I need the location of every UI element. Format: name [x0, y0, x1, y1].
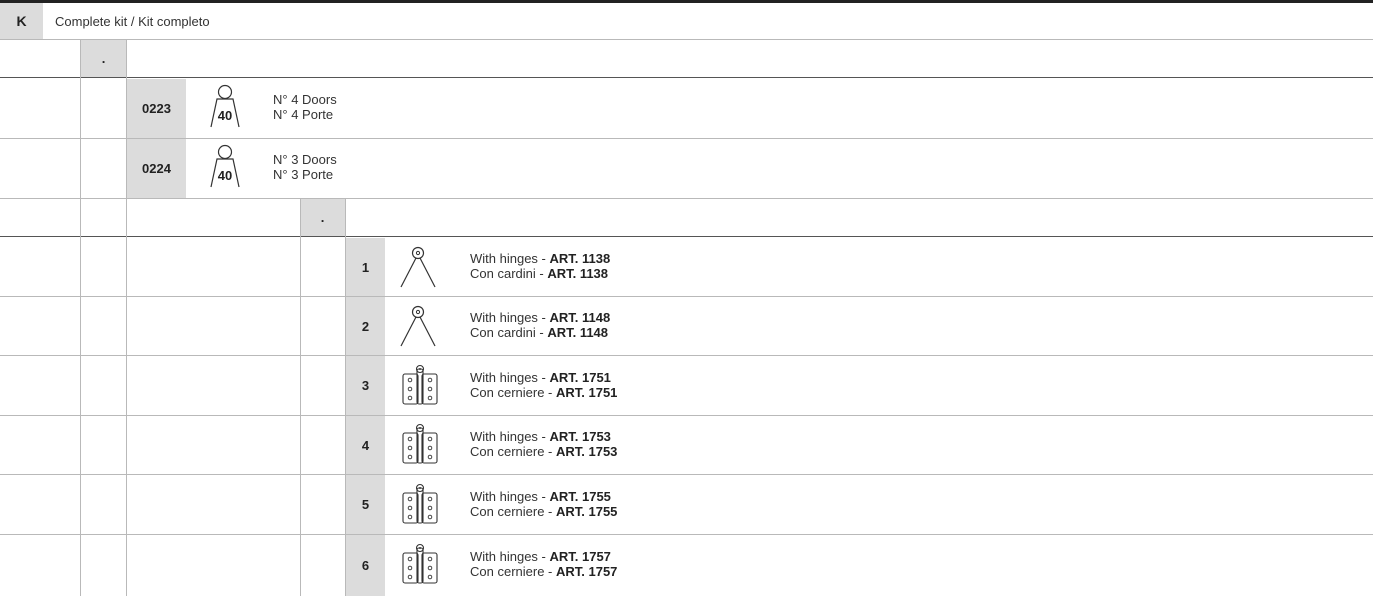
butt-hinge-icon: [402, 423, 438, 464]
option-description-it: Con cerniere - ART. 1757: [470, 564, 618, 579]
weight-value: 40: [218, 108, 232, 123]
option-description-it: Con cerniere - ART. 1753: [470, 444, 618, 459]
compass-hinge-icon: [400, 305, 436, 347]
row-divider: [0, 534, 1373, 535]
row-divider: [0, 355, 1373, 356]
option-number: 6: [361, 558, 370, 573]
option-description-en: With hinges - ART. 1753: [470, 429, 611, 444]
weight-value: 40: [218, 168, 232, 183]
kit-code: 0223: [142, 101, 171, 116]
option-description-it: Con cerniere - ART. 1751: [470, 385, 618, 400]
weight-icon: 40: [210, 144, 240, 188]
option-number: 5: [361, 497, 370, 512]
option-description: With hinges - ART. 1753 Con cerniere - A…: [470, 429, 617, 459]
kit-description: N° 3 Doors N° 3 Porte: [273, 152, 337, 182]
section-title: Complete kit / Kit completo: [55, 13, 210, 29]
option-description: With hinges - ART. 1148 Con cardini - AR…: [470, 310, 610, 340]
option-description-en: With hinges - ART. 1138: [470, 251, 611, 266]
row-divider: [0, 39, 1373, 40]
butt-hinge-icon: [402, 364, 438, 405]
row-divider: [0, 236, 1373, 237]
kit-code: 0224: [142, 161, 171, 176]
kit-description-it: N° 4 Porte: [273, 107, 334, 122]
row-divider: [0, 296, 1373, 297]
option-description-it: Con cerniere - ART. 1755: [470, 504, 618, 519]
option-number: 1: [361, 259, 370, 275]
row-divider: [0, 198, 1373, 199]
option-number: 2: [361, 318, 370, 334]
compass-hinge-icon: [400, 246, 436, 288]
option-description: With hinges - ART. 1751 Con cerniere - A…: [470, 370, 617, 400]
kit-description-en: N° 4 Doors: [273, 92, 337, 107]
row-divider: [0, 138, 1373, 139]
row-divider: [0, 474, 1373, 475]
option-description-en: With hinges - ART. 1757: [470, 549, 611, 564]
kit-description-en: N° 3 Doors: [273, 152, 337, 167]
butt-hinge-icon: [402, 483, 438, 524]
column-divider: [300, 199, 301, 596]
option-description-it: Con cardini - ART. 1138: [470, 266, 609, 281]
option-description: With hinges - ART. 1757 Con cerniere - A…: [470, 549, 617, 579]
row-divider: [0, 415, 1373, 416]
option-description-en: With hinges - ART. 1148: [470, 310, 611, 325]
kit-description: N° 4 Doors N° 4 Porte: [273, 92, 337, 122]
row-divider: [0, 77, 1373, 78]
option-number: 4: [361, 437, 370, 453]
butt-hinge-icon: [402, 543, 438, 584]
section-code: K: [16, 13, 27, 29]
option-number: 3: [361, 378, 370, 393]
level2-marker: .: [320, 210, 325, 225]
kit-description-it: N° 3 Porte: [273, 167, 334, 182]
option-description-en: With hinges - ART. 1755: [470, 489, 611, 504]
option-description-it: Con cardini - ART. 1148: [470, 325, 609, 340]
option-description: With hinges - ART. 1755 Con cerniere - A…: [470, 489, 617, 519]
level1-marker: .: [101, 51, 106, 66]
option-description: With hinges - ART. 1138 Con cardini - AR…: [470, 251, 610, 281]
weight-icon: 40: [210, 84, 240, 128]
option-description-en: With hinges - ART. 1751: [470, 370, 611, 385]
column-divider: [80, 40, 81, 596]
